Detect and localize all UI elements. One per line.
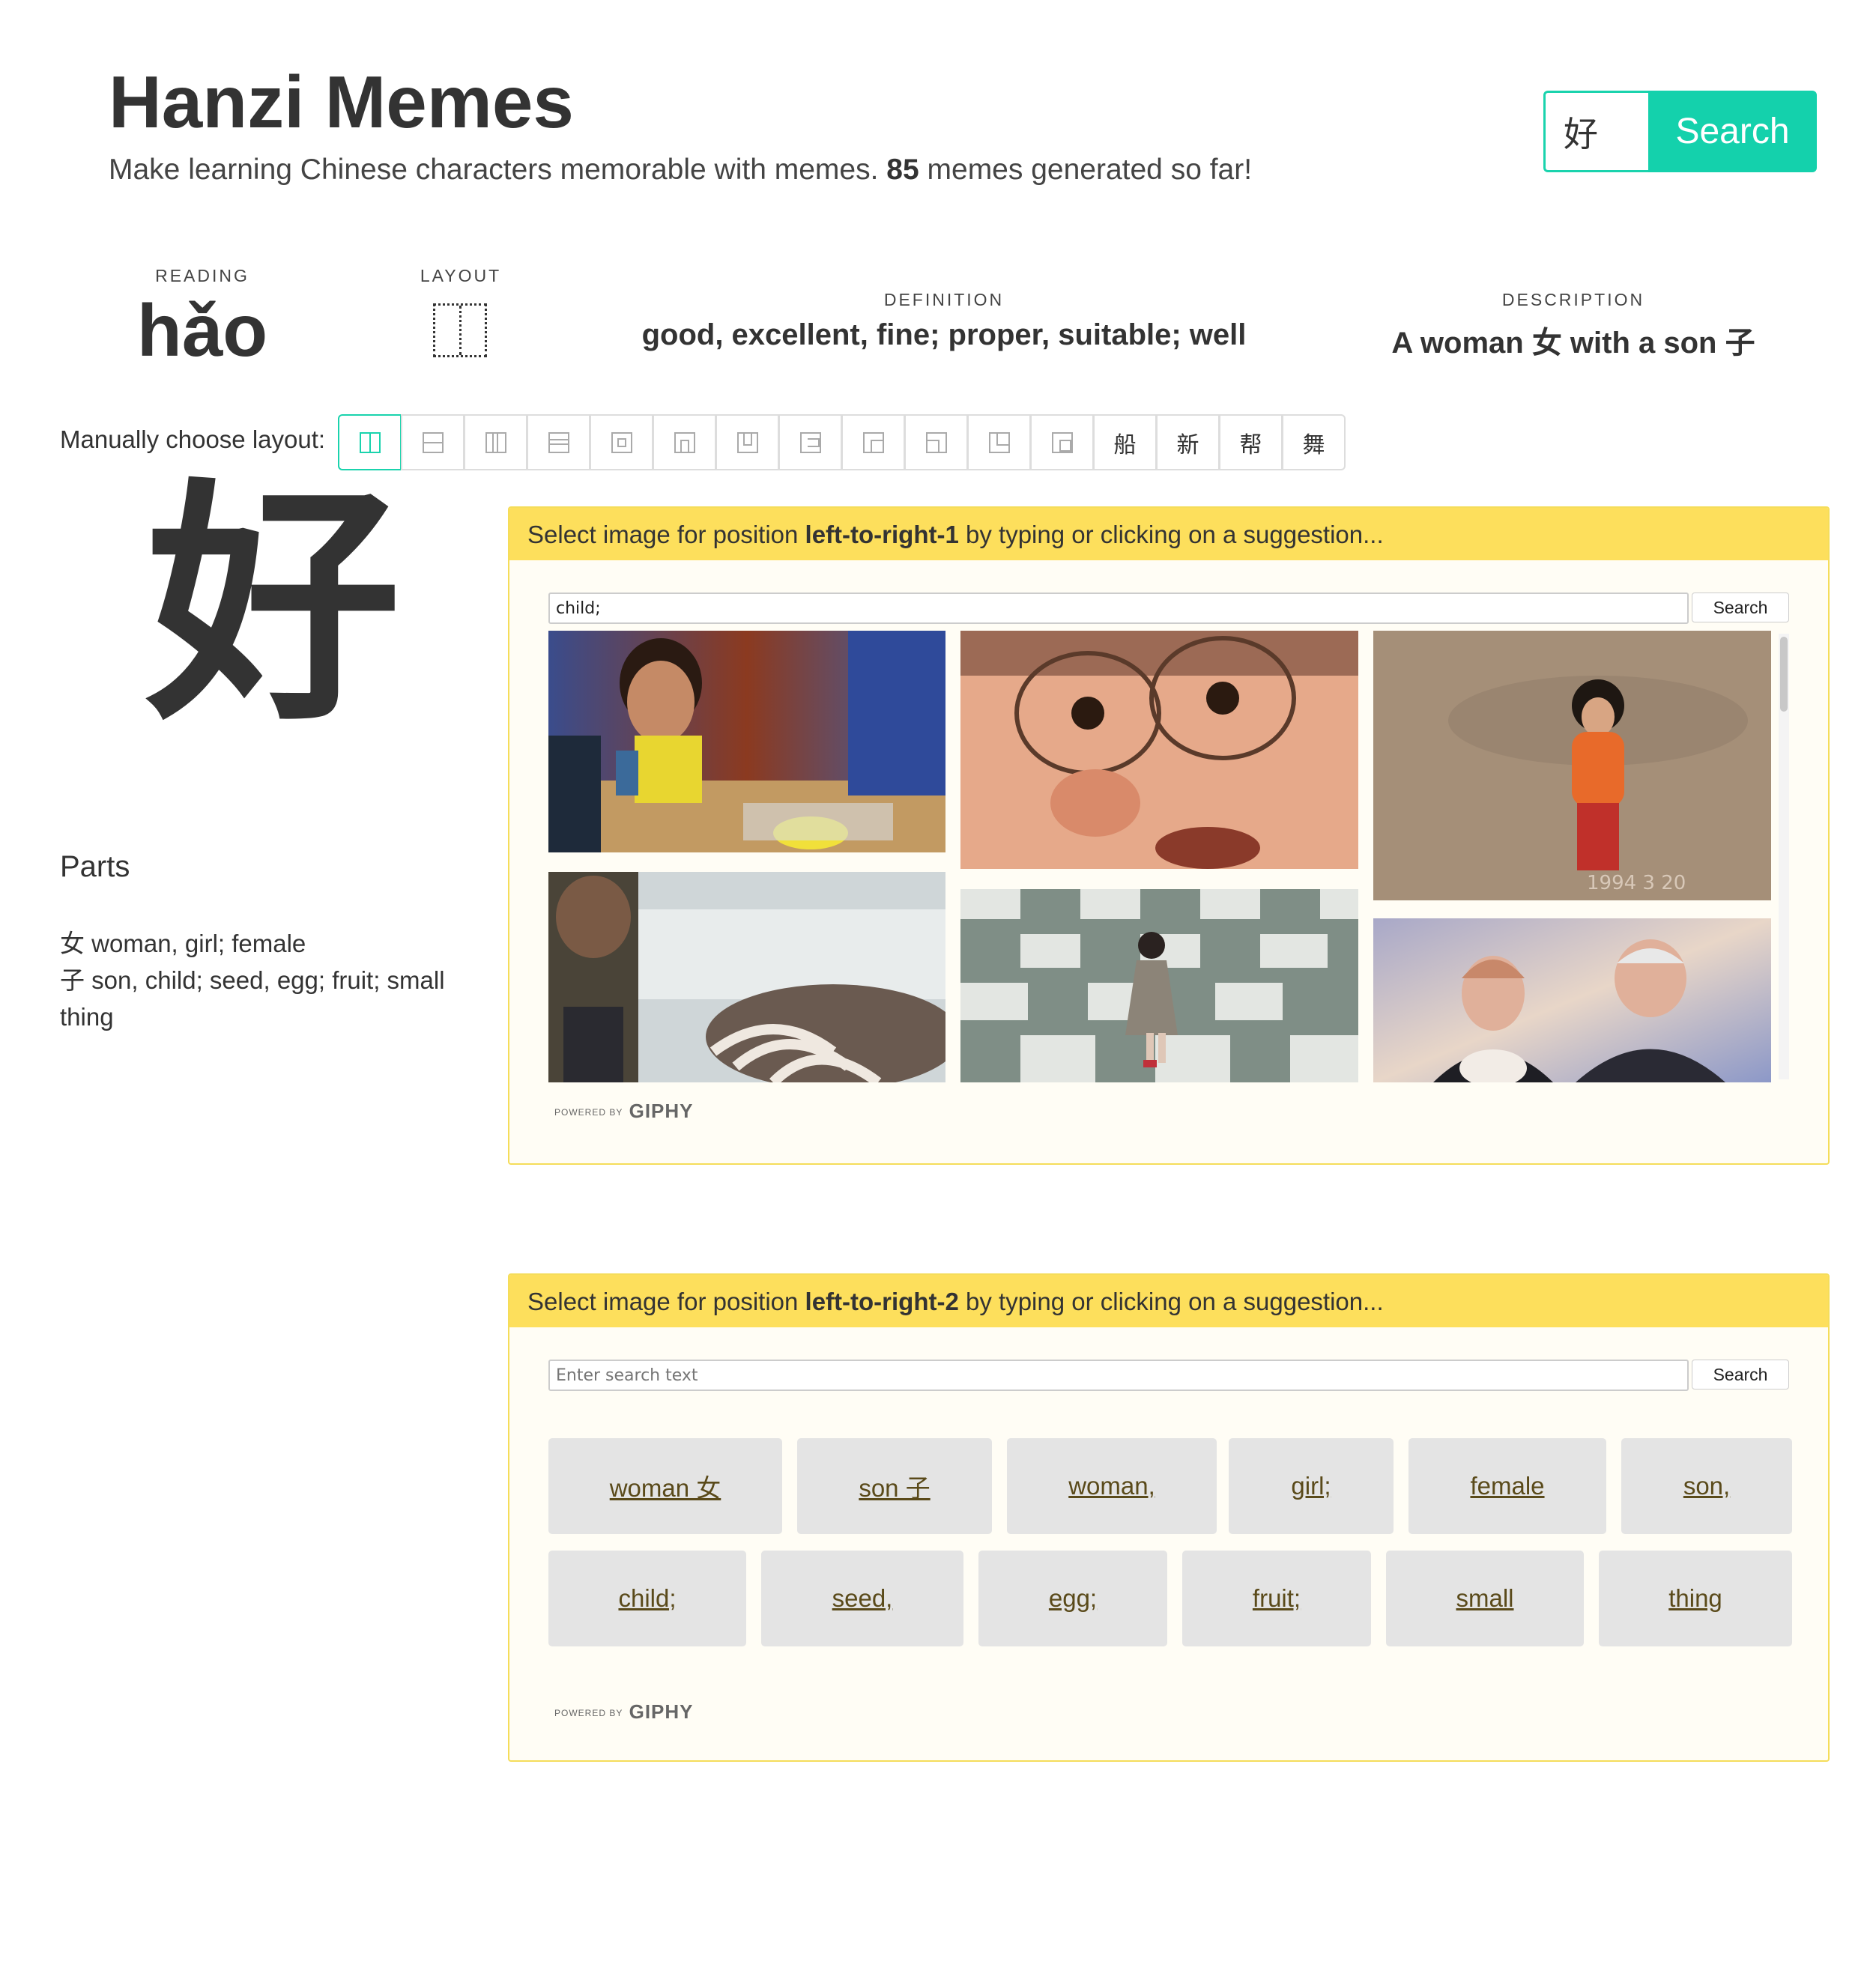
surround-from-upper-right-icon: [925, 431, 947, 453]
suggestion-chip[interactable]: fruit;: [1182, 1551, 1371, 1646]
meme-count: 85: [886, 154, 919, 186]
gif-search-button[interactable]: Search: [1692, 593, 1789, 622]
header-search: Search: [1543, 91, 1817, 172]
suggestion-chip[interactable]: thing: [1599, 1551, 1792, 1646]
layout-option-button[interactable]: [653, 414, 716, 470]
tagline-suffix: memes generated so far!: [927, 154, 1253, 186]
giphy-attribution: POWERED BY GIPHY: [554, 1100, 694, 1123]
gif-result[interactable]: [960, 631, 1358, 869]
character-search-input[interactable]: [1543, 91, 1648, 172]
panel-1-position: left-to-right-1: [805, 521, 959, 548]
part-meaning: son, child; seed, egg; fruit; small thin…: [60, 966, 445, 1031]
description-label: DESCRIPTION: [1501, 290, 1645, 309]
layout-option-button[interactable]: [401, 414, 465, 470]
character-display: 好: [146, 458, 401, 755]
suggestion-chip[interactable]: woman,: [1007, 1438, 1217, 1534]
panel-2-prefix: Select image for position: [527, 1288, 799, 1315]
layout-option-button[interactable]: [778, 414, 842, 470]
gif-result[interactable]: [548, 872, 945, 1082]
layout-button-group: 船新帮舞: [338, 414, 1346, 470]
layout-chooser-label: Manually choose layout:: [60, 425, 326, 453]
overlaid-icon: [1051, 431, 1073, 453]
definition-label: DEFINITION: [883, 290, 1005, 309]
giphy-logo: GIPHY: [629, 1100, 694, 1122]
reading-value: hǎo: [136, 289, 268, 372]
left-right-layout-icon: [433, 303, 487, 357]
layout-example-button[interactable]: 船: [1093, 414, 1157, 470]
powered-by-text: POWERED BY: [554, 1708, 623, 1719]
powered-by-text: POWERED BY: [554, 1107, 623, 1118]
suggestion-chip[interactable]: son,: [1621, 1438, 1792, 1534]
gif-results-grid[interactable]: 1994 3 20: [548, 631, 1792, 1082]
panel-1-header: Select image for position left-to-right-…: [509, 508, 1828, 560]
layout-option-button[interactable]: [841, 414, 905, 470]
part-item: 子 son, child; seed, egg; fruit; small th…: [60, 962, 465, 1035]
panel-1-suffix: by typing or clicking on a suggestion...: [966, 521, 1384, 548]
gif-result[interactable]: [548, 631, 945, 852]
svg-text:1994 3 20: 1994 3 20: [1587, 872, 1686, 894]
image-select-panel-1: Select image for position left-to-right-…: [508, 506, 1830, 1165]
surround-from-above-icon: [674, 431, 695, 453]
suggestion-chip[interactable]: seed,: [761, 1551, 963, 1646]
parts-title: Parts: [60, 850, 130, 883]
suggestion-chip[interactable]: child;: [548, 1551, 746, 1646]
part-char: 子: [60, 966, 85, 995]
panel-2-search: Search: [548, 1360, 1789, 1391]
layout-option-button[interactable]: [904, 414, 968, 470]
surround-from-below-icon: [736, 431, 758, 453]
gif-search-input[interactable]: [548, 593, 1689, 624]
full-surround-icon: [611, 431, 632, 453]
left-right-icon: [359, 431, 381, 453]
tagline-text: Make learning Chinese characters memorab…: [109, 154, 879, 186]
suggestion-chip[interactable]: girl;: [1229, 1438, 1394, 1534]
definition-value: good, excellent, fine; proper, suitable;…: [641, 318, 1247, 351]
suggestion-chip[interactable]: son 子: [797, 1438, 992, 1534]
top-middle-bottom-icon: [548, 431, 569, 453]
giphy-logo: GIPHY: [629, 1700, 694, 1723]
suggestion-chip[interactable]: egg;: [978, 1551, 1167, 1646]
part-meaning: woman, girl; female: [91, 930, 306, 957]
suggestion-chip[interactable]: female: [1408, 1438, 1606, 1534]
panel-1-prefix: Select image for position: [527, 521, 799, 548]
image-select-panel-2: Select image for position left-to-right-…: [508, 1273, 1830, 1762]
part-char: 女: [60, 929, 85, 958]
gif-results-scrollbar[interactable]: [1779, 634, 1789, 1079]
search-button[interactable]: Search: [1648, 91, 1817, 172]
panel-1-search: Search: [548, 593, 1789, 624]
surround-from-upper-left-icon: [862, 431, 884, 453]
layout-example-button[interactable]: 帮: [1219, 414, 1283, 470]
parts-list: 女 woman, girl; female 子 son, child; seed…: [60, 925, 465, 1035]
suggestion-chip[interactable]: small: [1386, 1551, 1584, 1646]
tagline: Make learning Chinese characters memorab…: [109, 154, 1252, 187]
giphy-attribution: POWERED BY GIPHY: [554, 1700, 694, 1724]
left-middle-right-icon: [485, 431, 506, 453]
gif-search-button[interactable]: Search: [1692, 1360, 1789, 1390]
surround-from-left-icon: [799, 431, 821, 453]
part-item: 女 woman, girl; female: [60, 925, 465, 962]
gif-result[interactable]: 1994 3 20: [1373, 631, 1771, 900]
layout-option-button[interactable]: [464, 414, 527, 470]
layout-example-button[interactable]: 新: [1156, 414, 1220, 470]
layout-example-button[interactable]: 舞: [1282, 414, 1346, 470]
suggestion-chip[interactable]: woman 女: [548, 1438, 782, 1534]
gif-search-input[interactable]: [548, 1360, 1689, 1391]
surround-from-lower-left-icon: [988, 431, 1010, 453]
top-bottom-icon: [422, 431, 444, 453]
panel-2-header: Select image for position left-to-right-…: [509, 1275, 1828, 1327]
reading-label: READING: [155, 266, 249, 285]
scrollbar-thumb[interactable]: [1780, 637, 1788, 712]
layout-label: LAYOUT: [420, 266, 502, 285]
gif-result[interactable]: [1373, 918, 1771, 1082]
layout-option-button[interactable]: [967, 414, 1031, 470]
layout-option-button[interactable]: [527, 414, 590, 470]
panel-2-position: left-to-right-2: [805, 1288, 959, 1315]
layout-option-button[interactable]: [590, 414, 653, 470]
description-value: A woman 女 with a son 子: [1391, 327, 1755, 360]
layout-option-button[interactable]: [715, 414, 779, 470]
gif-result[interactable]: [960, 889, 1358, 1082]
layout-option-button[interactable]: [1030, 414, 1094, 470]
panel-2-suffix: by typing or clicking on a suggestion...: [966, 1288, 1384, 1315]
site-title: Hanzi Memes: [109, 61, 574, 143]
